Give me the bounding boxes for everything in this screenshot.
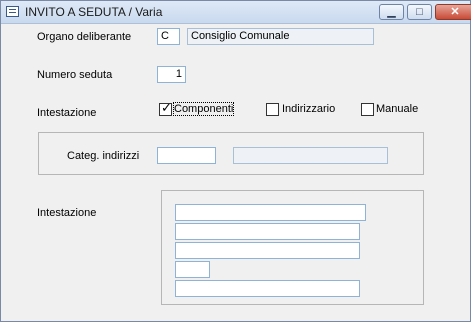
organo-label: Organo deliberante: [37, 31, 132, 43]
app-form-icon[interactable]: [6, 6, 19, 17]
categ-desc-field[interactable]: [233, 147, 388, 164]
close-icon: ✕: [450, 6, 460, 18]
intestazione-line-4[interactable]: [175, 261, 210, 278]
intestazione-options-label: Intestazione: [37, 107, 97, 119]
organo-name-field[interactable]: Consiglio Comunale: [187, 28, 374, 45]
intestazione-line-5[interactable]: [175, 280, 360, 297]
maximize-button[interactable]: □: [407, 4, 432, 20]
intestazione-text-label: Intestazione: [37, 207, 97, 219]
checkbox-indirizzario-label[interactable]: Indirizzario: [282, 103, 335, 115]
numero-seduta-field[interactable]: 1: [157, 66, 186, 83]
categ-indirizzi-label: Categ. indirizzi: [67, 150, 140, 162]
numero-seduta-label: Numero seduta: [37, 69, 113, 81]
maximize-icon: □: [416, 6, 423, 18]
checkbox-manuale-label[interactable]: Manuale: [376, 103, 418, 115]
check-mark-icon: ✓: [161, 100, 172, 115]
minimize-icon: ▁: [387, 6, 396, 18]
checkbox-componenti-label[interactable]: Componenti: [172, 102, 235, 116]
invito-seduta-window: INVITO A SEDUTA / Varia ▁ □ ✕ Organo del…: [0, 0, 471, 322]
organo-code-field[interactable]: C: [157, 28, 180, 45]
close-button[interactable]: ✕: [435, 4, 471, 20]
minimize-button[interactable]: ▁: [379, 4, 404, 20]
intestazione-line-1[interactable]: [175, 204, 366, 221]
title-bar[interactable]: INVITO A SEDUTA / Varia ▁ □ ✕: [1, 1, 471, 24]
intestazione-line-3[interactable]: [175, 242, 360, 259]
checkbox-componenti-box[interactable]: ✓: [159, 100, 172, 116]
intestazione-line-2[interactable]: [175, 223, 360, 240]
categ-code-field[interactable]: [157, 147, 216, 164]
checkbox-indirizzario-box[interactable]: [266, 103, 279, 116]
window-title: INVITO A SEDUTA / Varia: [25, 5, 163, 19]
checkbox-manuale-box[interactable]: [361, 103, 374, 116]
